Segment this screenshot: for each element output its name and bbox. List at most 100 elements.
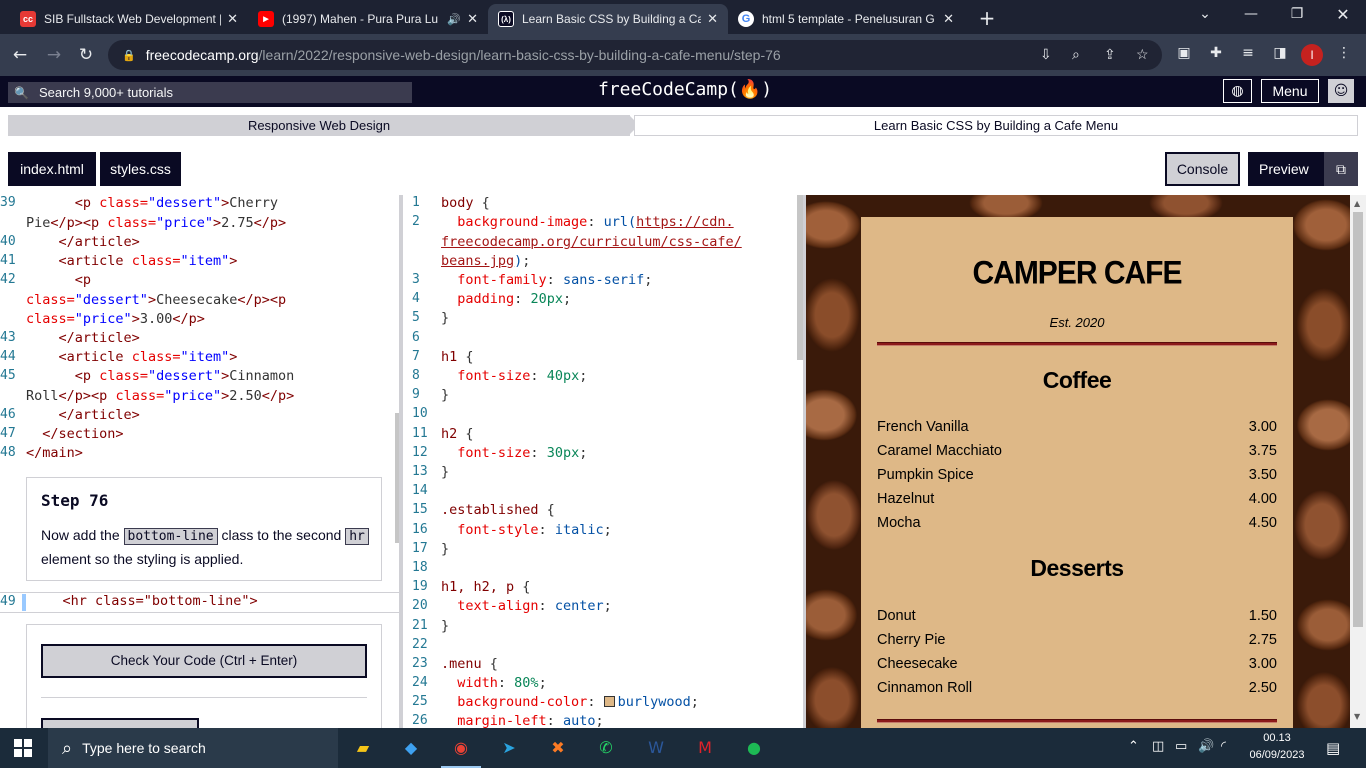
close-icon[interactable]: ✕ [227,11,238,27]
telegram-icon[interactable]: ➤ [489,734,529,768]
search-icon: 🔍 [14,85,29,100]
speaker-icon[interactable]: 🔊 [447,13,461,26]
code-line: 10 [412,406,428,421]
code-line: 41 <article class="item"> [0,253,238,269]
extension-chat-icon[interactable]: ▣ [1174,45,1194,61]
step-title: Step 76 [41,491,109,510]
menu-button[interactable]: Menu [1261,79,1319,103]
tab-index-html[interactable]: index.html [8,152,96,186]
kebab-menu-icon[interactable]: ⋮ [1334,45,1354,61]
file-explorer-icon[interactable]: ▰ [343,734,383,768]
scroll-thumb[interactable] [1353,212,1363,627]
code-line: 8 font-size: 40px; [412,368,588,384]
code-line: beans.jpg); [441,253,531,269]
menu-item: Caramel Macchiato 3.75 [877,443,1277,459]
word-icon[interactable]: W [636,734,676,768]
restore-button[interactable]: ❐ [1282,6,1312,22]
editable-line[interactable]: 49 <hr class="bottom-line"> [0,592,399,613]
close-icon[interactable]: ✕ [943,11,954,27]
chevron-up-icon[interactable]: ⌃ [1128,739,1139,754]
taskbar-search-placeholder: Type here to search [82,740,206,756]
code-line: freecodecamp.org/curriculum/css-cafe/ [441,234,742,250]
url-path: /learn/2022/responsive-web-design/learn-… [258,47,781,63]
html-editor[interactable]: 39 <p class="dessert">Cherry Pie</p><p c… [0,195,399,728]
chrome-icon[interactable]: ◉ [441,734,481,768]
scroll-up-icon[interactable]: ▲ [1354,199,1360,208]
user-avatar[interactable]: ☺ [1328,79,1354,103]
breadcrumb-superblock[interactable]: Responsive Web Design [8,115,630,136]
media-control-icon[interactable]: ≡ [1238,45,1258,61]
bookmark-star-icon[interactable]: ☆ [1136,46,1149,63]
notification-icon[interactable]: ▤ [1326,739,1340,757]
share-icon[interactable]: ⇪ [1104,46,1116,63]
extensions-puzzle-icon[interactable]: ✚ [1206,45,1226,61]
established: Est. 2020 [1049,315,1105,330]
css-editor[interactable]: 1 body { 2 background-image: url(https://… [403,195,803,728]
scroll-down-icon[interactable]: ▼ [1354,712,1360,721]
line-number: 49 [0,594,16,609]
code-line: Roll</p><p class="price">2.50</p> [26,388,295,404]
reset-button[interactable] [41,718,199,728]
close-window-button[interactable]: ✕ [1328,5,1358,24]
windows-taskbar: ⌕ Type here to search ▰ ◆ ◉ ➤ ✖ ✆ W M ● … [0,728,1366,768]
whatsapp-icon[interactable]: ✆ [586,734,626,768]
menu-item: Donut 1.50 [877,608,1277,624]
profile-avatar[interactable]: I [1301,44,1323,66]
spotify-icon[interactable]: ● [734,734,774,768]
network-icon[interactable]: ▭ [1175,739,1187,754]
popout-icon[interactable]: ⧉ [1324,152,1358,186]
code-line: 39 <p class="dessert">Cherry [0,195,279,211]
google-icon: G [738,11,754,27]
code-line: 24 width: 80%; [412,675,547,691]
mendeley-icon[interactable]: M [685,734,725,768]
code-line: 44 <article class="item"> [0,349,238,365]
new-tab-button[interactable]: + [972,6,1002,30]
tab-styles-css[interactable]: styles.css [100,152,181,186]
address-bar[interactable]: 🔒 freecodecamp.org /learn/2022/responsiv… [108,40,1162,70]
section-heading: Desserts [1030,555,1124,581]
minimize-button[interactable]: — [1236,6,1266,22]
language-globe-icon[interactable]: ◍ [1223,79,1252,103]
color-swatch [603,696,615,707]
search-input[interactable]: 🔍 Search 9,000+ tutorials [8,82,412,103]
browser-tab-youtube[interactable]: ▶ (1997) Mahen - Pura Pura Lu 🔊 ✕ [248,4,488,34]
code-line: class="dessert">Cheesecake</p><p [26,292,287,308]
console-button[interactable]: Console [1165,152,1240,186]
browser-tab-sib[interactable]: cc SIB Fullstack Web Development | ✕ [10,4,248,34]
volume-icon[interactable]: 🔊 [1198,739,1214,754]
forward-button[interactable]: → [42,44,66,66]
browser-tab-google[interactable]: G html 5 template - Penelusuran G ✕ [728,4,964,34]
fcc-logo[interactable]: freeCodeCamp(🔥) [598,79,772,100]
close-icon[interactable]: ✕ [707,11,718,27]
preview-button[interactable]: Preview ⧉ [1248,152,1358,186]
browser-tab-fcc[interactable]: (λ) Learn Basic CSS by Building a Caf ✕ [488,4,728,34]
close-icon[interactable]: ✕ [467,11,478,27]
zoom-icon[interactable]: ⌕ [1072,46,1080,63]
vscode-icon[interactable]: ◆ [391,734,431,768]
back-button[interactable]: ← [8,44,32,66]
code-line: 21} [412,618,450,634]
code-line: 22 [412,637,428,652]
code-line: 47 </section> [0,426,124,442]
side-panel-icon[interactable]: ◨ [1270,45,1290,61]
meet-icon[interactable]: ◫ [1152,739,1164,754]
tab-title: SIB Fullstack Web Development | [44,12,222,26]
breadcrumb-block[interactable]: Learn Basic CSS by Building a Cafe Menu [634,115,1358,136]
menu-item: Cinnamon Roll 2.50 [877,680,1277,696]
code-line: 19 h1, h2, p { [412,579,531,595]
taskbar-search-input[interactable]: ⌕ Type here to search [48,728,338,768]
cafe-menu: CAMPER CAFE Est. 2020 Coffee French Vani… [861,217,1293,728]
windows-start-icon[interactable] [14,739,32,757]
check-code-button[interactable]: Check Your Code (Ctrl + Enter) [41,644,367,678]
reload-button[interactable]: ↻ [74,44,98,66]
wifi-icon[interactable]: ◜ [1221,739,1226,754]
divider [41,697,367,698]
code-line: 5} [412,310,450,326]
tab-search-icon[interactable]: ⌄ [1190,6,1220,22]
preview-label: Preview [1259,161,1309,177]
clock[interactable]: 00.13 06/09/2023 [1240,730,1314,764]
edit-line-code[interactable]: <hr class="bottom-line"> [30,593,258,609]
install-icon[interactable]: ⇩ [1040,46,1052,63]
preview-scrollbar[interactable]: ▲ ▼ [1350,195,1366,728]
xampp-icon[interactable]: ✖ [538,734,578,768]
